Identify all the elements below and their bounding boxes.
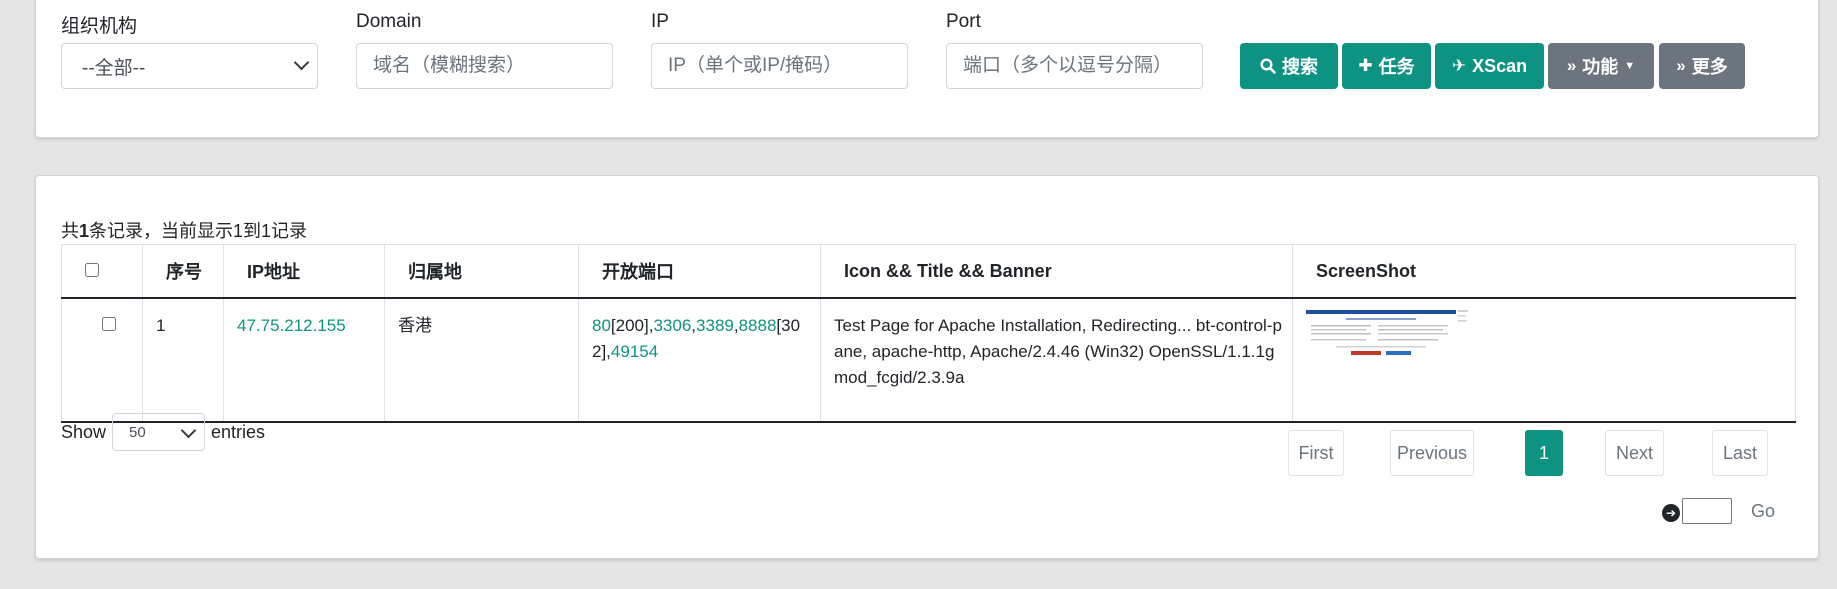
search-button-label: 搜索 <box>1282 57 1318 77</box>
table-row: 1 47.75.212.155 香港 80[200],3306,3389,888… <box>61 298 1796 423</box>
results-panel: 共1条记录，当前显示1到1记录 序号 IP地址 归属地 开放端口 Icon &&… <box>35 175 1819 559</box>
org-select-value: --全部-- <box>82 57 146 79</box>
port-link-49154[interactable]: 49154 <box>611 342 658 361</box>
table-header-row: 序号 IP地址 归属地 开放端口 Icon && Title && Banner… <box>61 244 1796 299</box>
domain-input[interactable] <box>356 43 613 89</box>
org-label: 组织机构 <box>61 16 138 37</box>
port-label: Port <box>946 11 981 32</box>
goto-page-input[interactable] <box>1682 498 1732 524</box>
row-ports-cell: 80[200],3306,3389,8888[302],49154 <box>578 298 821 423</box>
chevron-down-icon <box>293 54 310 71</box>
ip-input[interactable] <box>651 43 908 89</box>
row-checkbox[interactable] <box>102 317 116 331</box>
pagination-current[interactable]: 1 <box>1525 430 1563 476</box>
ip-label: IP <box>651 11 669 32</box>
chevron-down-icon <box>180 422 197 439</box>
goto-arrow-icon: ➔ <box>1662 504 1680 522</box>
select-all-checkbox[interactable] <box>85 262 99 277</box>
goto-button[interactable]: Go <box>1751 501 1775 522</box>
row-index: 1 <box>142 298 224 423</box>
pagination-previous[interactable]: Previous <box>1390 430 1474 476</box>
domain-label: Domain <box>356 11 422 32</box>
port-status-200: [200], <box>610 316 654 335</box>
search-panel: 组织机构 --全部-- Domain IP Port 搜索 ✚ 任务 ✈ XSc… <box>35 0 1819 138</box>
more-button-label: 更多 <box>1691 57 1728 77</box>
header-location[interactable]: 归属地 <box>384 244 579 299</box>
function-dropdown-button[interactable]: » 功能 ▼ <box>1548 43 1654 89</box>
header-screenshot[interactable]: ScreenShot <box>1292 244 1796 299</box>
row-ip-cell: 47.75.212.155 <box>223 298 385 423</box>
pagination-first[interactable]: First <box>1288 430 1344 476</box>
org-select[interactable]: --全部-- <box>61 43 318 89</box>
row-location: 香港 <box>384 298 579 423</box>
xscan-button[interactable]: ✈ XScan <box>1435 43 1544 89</box>
double-chevron-down-icon: » <box>1676 56 1686 75</box>
page-length-select[interactable]: 50 <box>112 413 206 451</box>
row-select-cell <box>61 298 143 423</box>
more-button[interactable]: » 更多 <box>1659 43 1745 89</box>
row-banner: Test Page for Apache Installation, Redir… <box>820 298 1293 423</box>
port-link-3306[interactable]: 3306 <box>653 316 691 335</box>
page-length-value: 50 <box>129 423 146 441</box>
port-link-8888[interactable]: 8888 <box>739 316 777 335</box>
search-button[interactable]: 搜索 <box>1240 43 1338 89</box>
add-task-button[interactable]: ✚ 任务 <box>1342 43 1431 89</box>
port-input[interactable] <box>946 43 1203 89</box>
header-ip[interactable]: IP地址 <box>223 244 385 299</box>
add-task-button-label: 任务 <box>1378 57 1415 77</box>
port-link-80[interactable]: 80 <box>592 316 611 335</box>
header-banner[interactable]: Icon && Title && Banner <box>820 244 1293 299</box>
caret-down-icon: ▼ <box>1624 60 1636 72</box>
header-index[interactable]: 序号 <box>142 244 224 299</box>
pagination-next[interactable]: Next <box>1605 430 1664 476</box>
plus-icon: ✚ <box>1358 56 1373 75</box>
select-all-header <box>61 244 143 299</box>
results-table: 序号 IP地址 归属地 开放端口 Icon && Title && Banner… <box>61 244 1796 423</box>
pagination-last[interactable]: Last <box>1712 430 1768 476</box>
screenshot-thumbnail[interactable] <box>1306 310 1476 368</box>
double-chevron-down-icon: » <box>1566 56 1577 75</box>
entries-label: entries <box>211 421 266 442</box>
row-ip-link[interactable]: 47.75.212.155 <box>237 316 346 335</box>
port-link-3389[interactable]: 3389 <box>696 316 734 335</box>
search-icon <box>1260 58 1276 74</box>
summary-prefix: 共 <box>61 221 79 241</box>
show-label: Show <box>61 421 107 442</box>
records-summary: 共1条记录，当前显示1到1记录 <box>61 217 307 243</box>
xscan-button-label: XScan <box>1472 55 1528 76</box>
header-ports[interactable]: 开放端口 <box>578 244 821 299</box>
row-screenshot-cell <box>1292 298 1796 423</box>
summary-suffix: 条记录，当前显示1到1记录 <box>89 221 308 241</box>
function-button-label: 功能 <box>1582 57 1619 77</box>
summary-total: 1 <box>79 221 90 241</box>
plane-icon: ✈ <box>1451 56 1467 75</box>
page-length-control: Show 50 entries <box>61 413 265 451</box>
